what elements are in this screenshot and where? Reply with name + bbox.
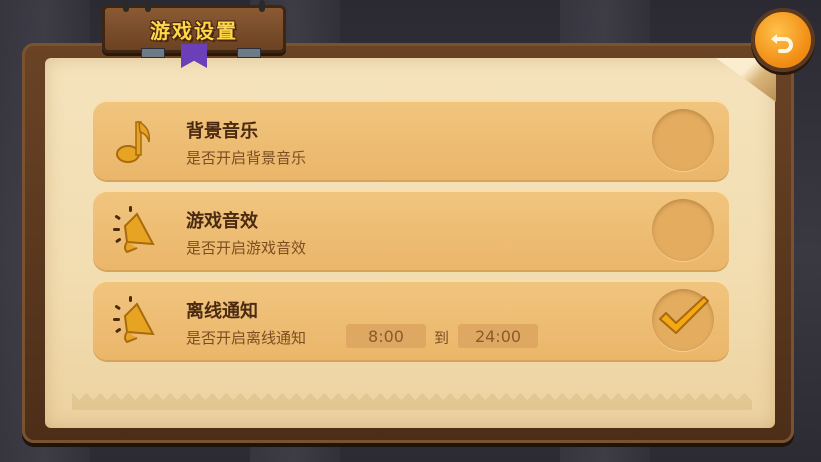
toggle-game-sound[interactable] bbox=[652, 199, 714, 261]
speaker-icon bbox=[113, 296, 155, 344]
paper-border-line bbox=[72, 404, 752, 410]
sign-bracket bbox=[141, 48, 165, 58]
setting-row-offline-notification: 离线通知 是否开启离线通知 8:00 到 24:00 bbox=[93, 280, 729, 360]
chain bbox=[145, 0, 151, 12]
chain bbox=[123, 0, 129, 12]
setting-title: 背景音乐 bbox=[186, 121, 258, 142]
setting-row-background-music: 背景音乐 是否开启背景音乐 bbox=[93, 100, 729, 180]
time-start-field[interactable]: 8:00 bbox=[346, 324, 426, 348]
checkmark-icon bbox=[659, 296, 709, 334]
music-note-icon bbox=[116, 120, 151, 163]
time-end-field[interactable]: 24:00 bbox=[458, 324, 538, 348]
chain bbox=[259, 0, 265, 12]
undo-arrow-icon bbox=[771, 34, 793, 53]
setting-subtitle: 是否开启离线通知 bbox=[186, 329, 307, 347]
back-button[interactable] bbox=[751, 8, 815, 72]
setting-title: 离线通知 bbox=[186, 301, 258, 322]
setting-subtitle: 是否开启游戏音效 bbox=[186, 239, 307, 257]
toggle-background-music[interactable] bbox=[652, 109, 714, 171]
toggle-offline-notification[interactable] bbox=[652, 289, 714, 351]
page-title: 游戏设置 bbox=[150, 18, 238, 43]
setting-row-game-sound: 游戏音效 是否开启游戏音效 bbox=[93, 190, 729, 270]
sign-bracket bbox=[237, 48, 261, 58]
time-to-label: 到 bbox=[434, 329, 450, 347]
setting-title: 游戏音效 bbox=[186, 211, 258, 232]
speaker-icon bbox=[113, 206, 155, 254]
setting-subtitle: 是否开启背景音乐 bbox=[186, 149, 307, 167]
